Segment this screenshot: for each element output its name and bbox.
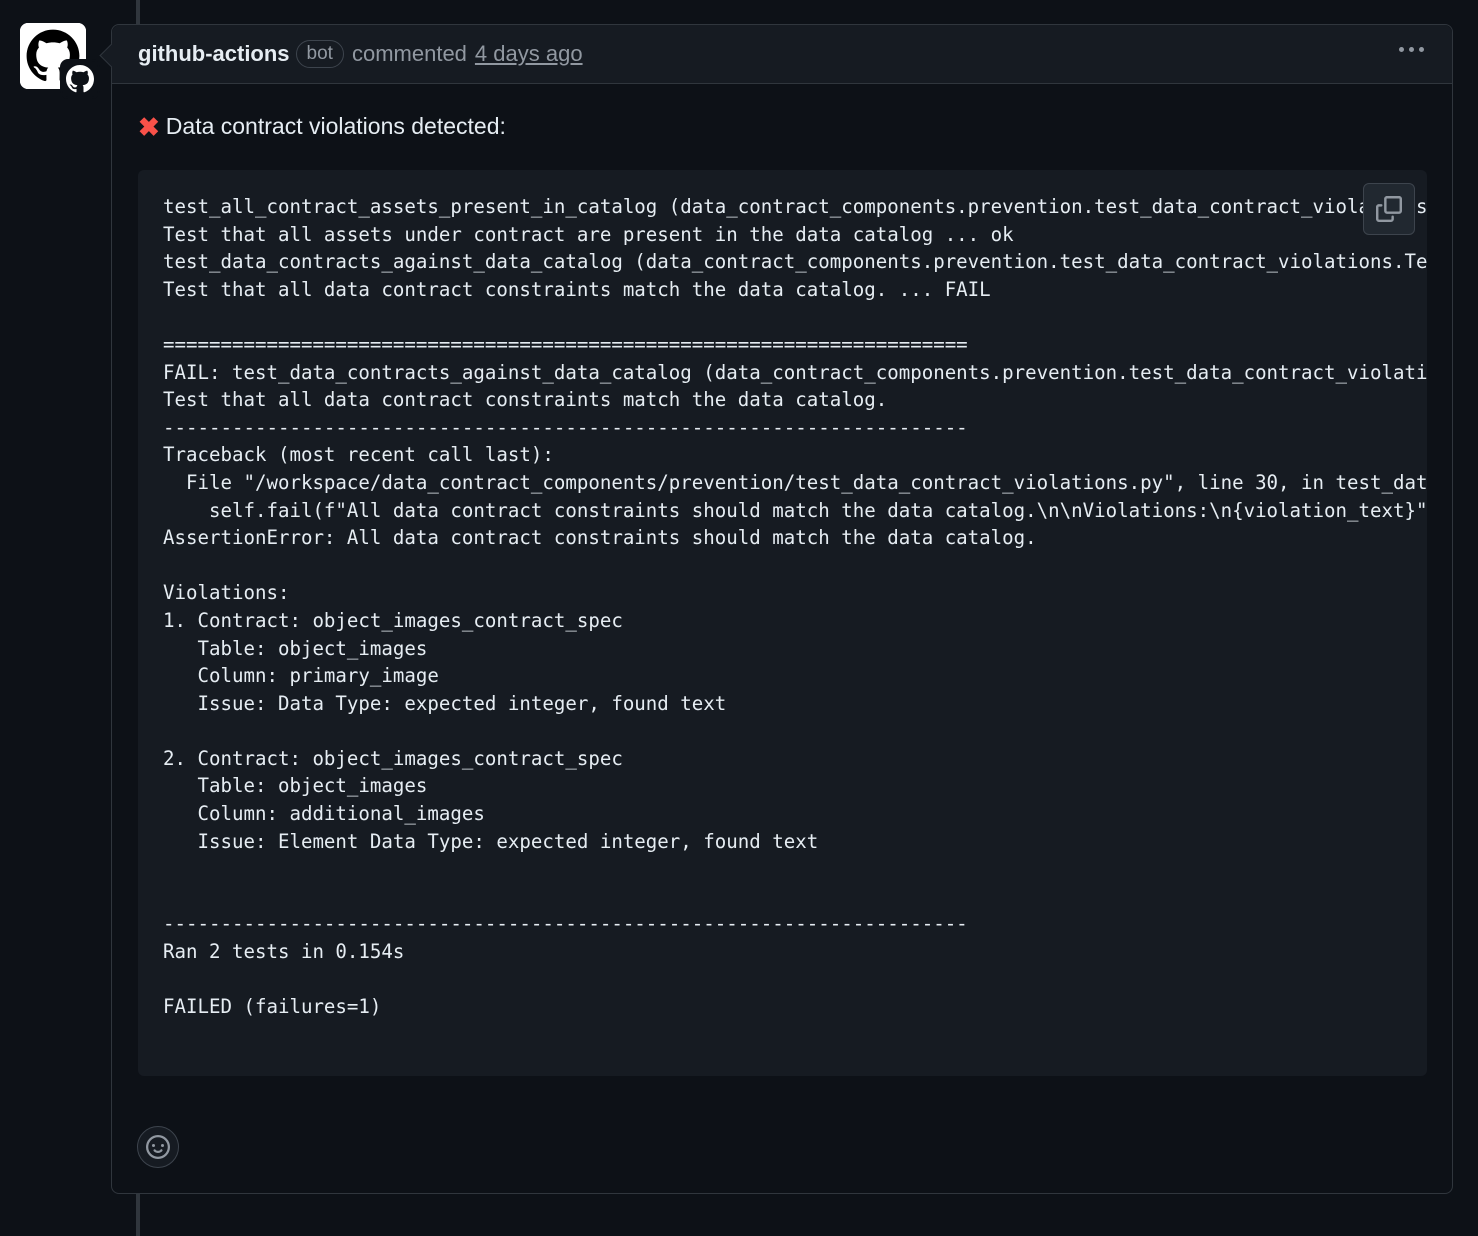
code-line: Test that all data contract constraints … (163, 388, 888, 412)
code-line: AssertionError: All data contract constr… (163, 526, 1037, 550)
code-line: Column: additional_images (163, 802, 485, 826)
code-line: Traceback (most recent call last): (163, 443, 554, 467)
code-line: 1. Contract: object_images_contract_spec (163, 608, 623, 632)
code-line: Issue: Data Type: expected integer, foun… (163, 691, 727, 715)
code-line: Test that all data contract constraints … (163, 277, 991, 301)
kebab-dot (1419, 47, 1424, 52)
code-line: Test that all assets under contract are … (163, 222, 1014, 246)
code-line: Table: object_images (163, 636, 428, 660)
code-line: Column: primary_image (163, 664, 439, 688)
code-line: test_all_contract_assets_present_in_cata… (163, 195, 1427, 218)
code-line: ----------------------------------------… (163, 415, 968, 439)
code-line: FAILED (failures=1) (163, 995, 382, 1019)
copy-button[interactable] (1363, 183, 1415, 235)
bot-badge: bot (295, 40, 344, 68)
code-line: ========================================… (163, 332, 968, 356)
comment-action: commented (351, 41, 467, 66)
add-reaction-button[interactable] (137, 1126, 179, 1168)
comment-heading: ✖ Data contract violations detected: (138, 113, 506, 140)
github-app-badge (60, 59, 100, 99)
smiley-icon (146, 1135, 170, 1159)
copy-icon (1376, 196, 1402, 222)
code-line: Ran 2 tests in 0.154s (163, 940, 405, 964)
author-link[interactable]: github-actions (138, 41, 290, 67)
comment-heading-text: Data contract violations detected: (165, 113, 506, 139)
github-app-icon (66, 65, 94, 93)
kebab-dot (1409, 47, 1414, 52)
cross-mark-icon: ✖ (138, 111, 160, 142)
code-line: 2. Contract: object_images_contract_spec (163, 746, 623, 770)
comment-header: github-actions bot commented 4 days ago (112, 25, 1452, 84)
code-line: Violations: (163, 581, 290, 605)
kebab-dot (1399, 47, 1404, 52)
timestamp-link[interactable]: 4 days ago (475, 41, 583, 67)
comment-card: github-actions bot commented 4 days ago … (99, 24, 1453, 1194)
code-line: Table: object_images (163, 774, 428, 798)
kebab-horizontal-icon[interactable] (1397, 41, 1426, 58)
code-content: test_all_contract_assets_present_in_cata… (138, 170, 1427, 1021)
code-line: FAIL: test_data_contracts_against_data_c… (163, 360, 1427, 384)
code-line: test_data_contracts_against_data_catalog… (163, 250, 1427, 274)
code-line: self.fail(f"All data contract constraint… (163, 498, 1427, 522)
code-line: ----------------------------------------… (163, 912, 968, 936)
code-block: test_all_contract_assets_present_in_cata… (138, 170, 1427, 1076)
code-line: Issue: Element Data Type: expected integ… (163, 829, 819, 853)
code-line: File "/workspace/data_contract_component… (185, 470, 1427, 494)
